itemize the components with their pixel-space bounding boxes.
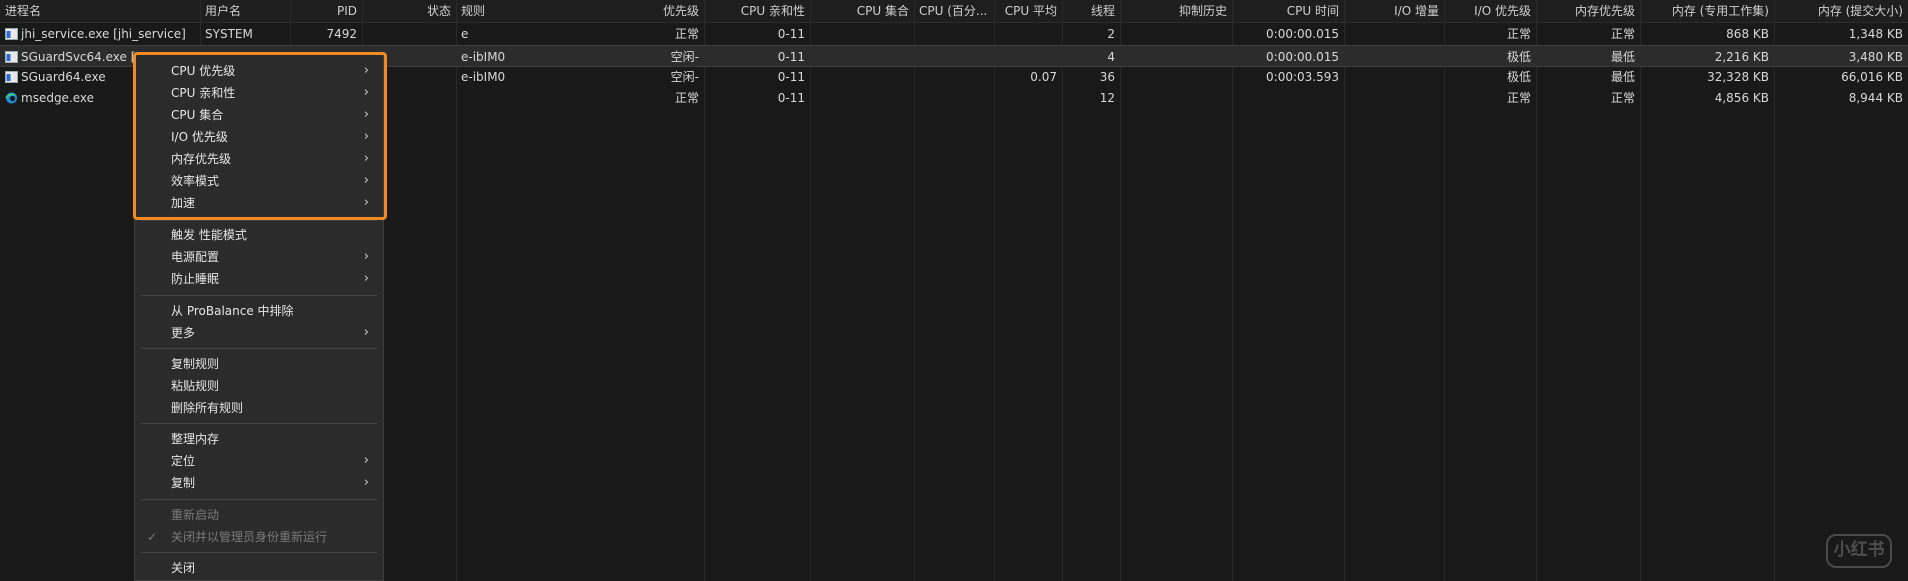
process-priority: 空闲- — [670, 50, 699, 64]
menu-item-exclude-probalance[interactable]: 从 ProBalance 中排除 — [135, 300, 383, 322]
col-status[interactable]: 状态 — [362, 0, 456, 22]
service-window-icon — [5, 51, 18, 63]
process-memory-working-set: 4,856 KB — [1714, 91, 1769, 105]
process-affinity: 0-11 — [777, 70, 805, 84]
menu-separator — [141, 295, 377, 296]
col-pid[interactable]: PID — [290, 0, 362, 22]
process-pid: 7492 — [326, 27, 357, 41]
chevron-right-icon: › — [363, 271, 369, 286]
process-memory-working-set: 2,216 KB — [1714, 50, 1769, 64]
service-window-icon — [5, 28, 18, 40]
process-io-priority: 正常 — [1506, 27, 1531, 41]
menu-separator — [141, 499, 377, 500]
edge-icon — [5, 92, 17, 104]
chevron-right-icon: › — [363, 249, 369, 264]
col-cpu-time[interactable]: CPU 时间 — [1232, 0, 1344, 22]
process-memory-commit: 3,480 KB — [1848, 50, 1903, 64]
menu-item-copy[interactable]: 复制 › — [135, 472, 383, 494]
process-threads: 4 — [1107, 50, 1115, 64]
process-cpu-time: 0:00:00.015 — [1266, 27, 1339, 41]
col-process-name[interactable]: 进程名 — [0, 0, 200, 22]
process-io-priority: 正常 — [1506, 91, 1531, 105]
menu-item-copy-rules[interactable]: 复制规则 — [135, 353, 383, 375]
table-row[interactable]: jhi_service.exe [jhi_service] SYSTEM 749… — [0, 23, 1908, 45]
process-name: msedge.exe — [21, 91, 95, 105]
chevron-right-icon: › — [363, 453, 369, 468]
col-cpu-affinity[interactable]: CPU 亲和性 — [704, 0, 810, 22]
process-affinity: 0-11 — [777, 50, 805, 64]
process-name: SGuard64.exe — [21, 70, 106, 84]
process-memory-commit: 66,016 KB — [1841, 70, 1903, 84]
process-memory-priority: 最低 — [1610, 50, 1635, 64]
process-cpu-time: 0:00:00.015 — [1266, 50, 1339, 64]
col-memory-commit[interactable]: 内存 (提交大小) — [1774, 0, 1908, 22]
highlight-annotation-box — [133, 52, 387, 220]
menu-item-close[interactable]: 关闭 — [135, 557, 383, 579]
process-threads: 36 — [1099, 70, 1115, 84]
process-threads: 2 — [1107, 27, 1115, 41]
menu-item-trigger-performance-mode[interactable]: 触发 性能模式 — [135, 224, 383, 246]
chevron-right-icon: › — [363, 325, 369, 340]
process-name: jhi_service.exe [jhi_service] — [21, 27, 186, 41]
col-priority[interactable]: 优先级 — [456, 0, 704, 22]
process-memory-commit: 8,944 KB — [1848, 91, 1903, 105]
process-memory-working-set: 868 KB — [1726, 27, 1769, 41]
menu-item-close-restart-admin: ✓ 关闭并以管理员身份重新运行 — [135, 526, 383, 548]
menu-item-trim-memory[interactable]: 整理内存 — [135, 428, 383, 450]
process-priority: 正常 — [674, 91, 699, 105]
col-io-delta[interactable]: I/O 增量 — [1344, 0, 1444, 22]
col-throttle-history[interactable]: 抑制历史 — [1120, 0, 1232, 22]
menu-item-more[interactable]: 更多 › — [135, 322, 383, 344]
process-memory-priority: 正常 — [1610, 27, 1635, 41]
process-affinity: 0-11 — [777, 91, 805, 105]
process-priority: 空闲- — [670, 70, 699, 84]
process-io-priority: 极低 — [1506, 70, 1531, 84]
checkmark-icon: ✓ — [147, 530, 158, 544]
col-user[interactable]: 用户名 — [200, 0, 290, 22]
menu-item-prevent-sleep[interactable]: 防止睡眠 › — [135, 268, 383, 290]
menu-separator — [141, 423, 377, 424]
process-cpu-average: 0.07 — [1030, 70, 1057, 84]
menu-item-power-profile[interactable]: 电源配置 › — [135, 246, 383, 268]
chevron-right-icon: › — [363, 475, 369, 490]
col-cpu-average[interactable]: CPU 平均 — [994, 0, 1062, 22]
col-cpu-percent[interactable]: CPU (百分... — [914, 0, 994, 22]
menu-separator — [141, 348, 377, 349]
watermark-logo: 小红书 — [1826, 534, 1892, 568]
col-cpu-sets[interactable]: CPU 集合 — [810, 0, 914, 22]
process-io-priority: 极低 — [1506, 50, 1531, 64]
col-io-priority[interactable]: I/O 优先级 — [1444, 0, 1536, 22]
process-user: SYSTEM — [205, 27, 253, 41]
col-threads[interactable]: 线程 — [1062, 0, 1120, 22]
menu-separator — [141, 552, 377, 553]
process-threads: 12 — [1099, 91, 1115, 105]
process-name: SGuardSvc64.exe [A — [21, 50, 144, 64]
process-priority: 正常 — [674, 27, 699, 41]
menu-item-delete-all-rules[interactable]: 删除所有规则 — [135, 397, 383, 419]
process-memory-priority: 正常 — [1610, 91, 1635, 105]
service-window-icon — [5, 71, 18, 83]
menu-item-locate[interactable]: 定位 › — [135, 450, 383, 472]
col-memory-priority[interactable]: 内存优先级 — [1536, 0, 1640, 22]
table-header: 进程名 用户名 PID 状态 规则 优先级 CPU 亲和性 CPU 集合 CPU… — [0, 0, 1908, 23]
process-affinity: 0-11 — [777, 27, 805, 41]
process-cpu-average — [994, 23, 1062, 45]
process-memory-priority: 最低 — [1610, 70, 1635, 84]
col-memory-working-set[interactable]: 内存 (专用工作集) — [1640, 0, 1774, 22]
menu-item-restart: 重新启动 — [171, 508, 220, 522]
process-memory-commit: 1,348 KB — [1848, 27, 1903, 41]
menu-item-paste-rules[interactable]: 粘贴规则 — [135, 375, 383, 397]
process-memory-working-set: 32,328 KB — [1707, 70, 1769, 84]
menu-separator — [141, 220, 377, 221]
process-cpu-time: 0:00:03.593 — [1266, 70, 1339, 84]
